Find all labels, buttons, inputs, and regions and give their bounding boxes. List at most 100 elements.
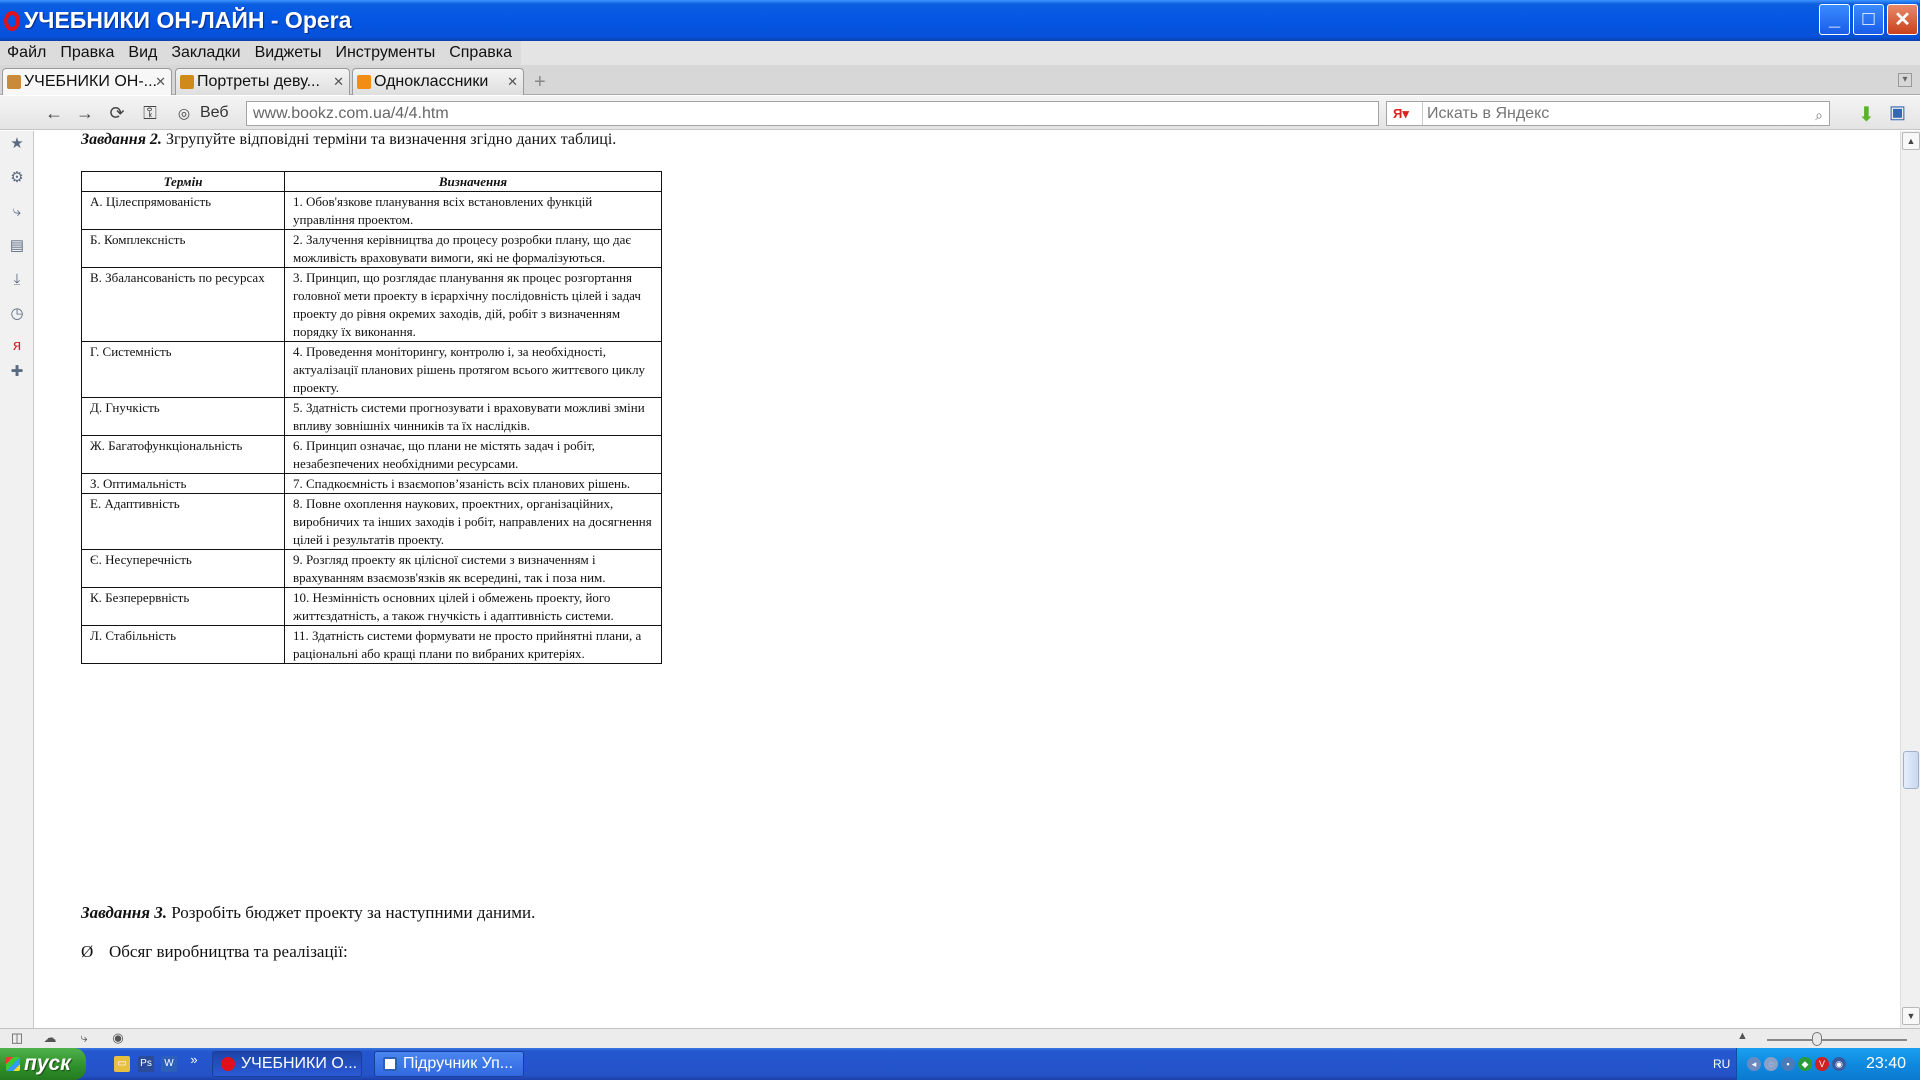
widgets-icon[interactable]: ▣ (1889, 102, 1909, 124)
zoom-menu-icon[interactable]: ▲ (1737, 1030, 1748, 1042)
table-row: В. Збалансованість по ресурсах 3. Принцип… (81, 267, 662, 342)
scroll-up-icon[interactable]: ▲ (1902, 132, 1920, 150)
tray-shield-icon[interactable]: ◆ (1798, 1057, 1812, 1071)
language-indicator[interactable]: RU (1713, 1057, 1730, 1071)
maximize-button[interactable]: □ (1853, 4, 1884, 35)
tray-monitor-icon[interactable]: ▪ (1781, 1057, 1795, 1071)
table-row: Л. Стабільність 11. Здатність системи фор… (81, 625, 662, 664)
clock: 23:40 (1865, 1055, 1906, 1072)
tab-menu-icon[interactable]: ▾ (1898, 73, 1912, 87)
term-cell: А. Цілеспрямованість (81, 191, 285, 230)
scroll-thumb[interactable] (1903, 751, 1919, 789)
tray-antivirus-icon[interactable]: V (1815, 1057, 1829, 1071)
tab-bar: УЧЕБНИКИ ОН-... ✕ Портреты деву... ✕ Одн… (0, 65, 1920, 95)
url-field[interactable]: www.bookz.com.ua/4/4.htm (246, 101, 1379, 126)
definition-cell: 7. Спадкоємність і взаємопов’язаність вс… (284, 473, 662, 494)
bookmarks-star-icon[interactable]: ★ (8, 135, 26, 153)
address-toolbar: ← → ⟳ ⚿ ◎ Веб www.bookz.com.ua/4/4.htm Я… (0, 96, 1920, 130)
show-desktop-icon[interactable]: ▭ (114, 1056, 130, 1072)
tab-portraits[interactable]: Портреты деву... ✕ (175, 68, 350, 95)
tab-label: Портреты деву... (197, 73, 320, 90)
web-label: Веб (200, 104, 229, 121)
menu-view[interactable]: Вид (121, 44, 164, 62)
vertical-scrollbar[interactable]: ▲ ▼ (1900, 131, 1920, 1028)
start-button[interactable]: пуск (0, 1048, 86, 1080)
menu-widgets[interactable]: Виджеты (248, 44, 329, 62)
zoom-slider-track[interactable] (1767, 1039, 1907, 1041)
table-row: К. Безперервність 10. Незмінність основни… (81, 587, 662, 626)
tab-odnoklassniki[interactable]: Одноклассники ✕ (352, 68, 524, 95)
download-icon[interactable]: ⬇ (1858, 102, 1878, 126)
turbo-icon[interactable]: ◉ (110, 1030, 126, 1046)
term-cell: З. Оптимальність (81, 473, 285, 494)
term-cell: Д. Гнучкість (81, 397, 285, 436)
add-panel-icon[interactable]: ✚ (8, 363, 26, 381)
tray-network-icon[interactable]: ◌ (1764, 1057, 1778, 1071)
term-cell: В. Збалансованість по ресурсах (81, 267, 285, 342)
notes-icon[interactable]: ▤ (8, 237, 26, 255)
menu-file[interactable]: Файл (0, 44, 53, 62)
term-cell: Ж. Багатофункціональність (81, 435, 285, 474)
yandex-panel-icon[interactable]: я (8, 337, 26, 355)
tab-label: УЧЕБНИКИ ОН-... (24, 73, 157, 90)
back-icon[interactable]: ← (44, 103, 64, 123)
window-controls: _ □ ✕ (1819, 4, 1918, 35)
tab-close-icon[interactable]: ✕ (155, 74, 166, 90)
menu-tools[interactable]: Инструменты (328, 44, 442, 62)
word-icon[interactable]: W (161, 1056, 177, 1072)
search-field[interactable]: Я▾ ⌕ (1386, 101, 1830, 126)
definition-cell: 5. Здатність системи прогнозувати і врах… (284, 397, 662, 436)
quicklaunch-more-icon[interactable]: » (186, 1052, 202, 1068)
downloads-icon[interactable]: ⤓ (8, 271, 26, 289)
term-cell: Є. Несуперечність (81, 549, 285, 588)
table-header-row: Термін Визначення (81, 171, 662, 192)
menu-edit[interactable]: Правка (53, 44, 121, 62)
term-cell: К. Безперервність (81, 587, 285, 626)
windows-taskbar: пуск ▭ Ps W » УЧЕБНИКИ О... Підручник Уп… (0, 1048, 1920, 1080)
scroll-down-icon[interactable]: ▼ (1902, 1007, 1920, 1025)
terms-table: Термін Визначення А. Цілеспрямованість 1.… (81, 171, 662, 664)
search-icon[interactable]: ⌕ (1815, 104, 1823, 127)
opera-logo-icon (4, 10, 20, 31)
forward-icon[interactable]: → (75, 103, 95, 123)
status-bar: ◫ ☁ ⤷ ◉ ▲ (0, 1028, 1920, 1048)
term-cell: Б. Комплексність (81, 229, 285, 268)
photoshop-icon[interactable]: Ps (138, 1056, 154, 1072)
task2-heading: Завдання 2. Згрупуйте відповідні терміни… (81, 131, 616, 149)
zoom-slider-handle[interactable] (1812, 1032, 1822, 1046)
menu-group: Файл Правка Вид Закладки Виджеты Инструм… (0, 41, 521, 65)
settings-gear-icon[interactable]: ⚙ (8, 169, 26, 187)
reload-icon[interactable]: ⟳ (107, 103, 127, 123)
menu-help[interactable]: Справка (442, 44, 519, 62)
menu-bar: Файл Правка Вид Закладки Виджеты Инструм… (0, 41, 1920, 65)
window-title-bar[interactable]: УЧЕБНИКИ ОН-ЛАЙН - Opera _ □ ✕ (0, 0, 1920, 41)
tab-uchebniki[interactable]: УЧЕБНИКИ ОН-... ✕ (2, 68, 172, 95)
yandex-engine-selector[interactable]: Я▾ (1387, 102, 1423, 125)
share-status-icon[interactable]: ⤷ (76, 1030, 92, 1046)
table-row: Б. Комплексність 2. Залучення керівництва… (81, 229, 662, 268)
menu-bookmarks[interactable]: Закладки (164, 44, 247, 62)
new-tab-icon[interactable]: + (534, 71, 546, 94)
table-row: Д. Гнучкість 5. Здатність системи прогноз… (81, 397, 662, 436)
table-row: Е. Адаптивність 8. Повне охоплення науков… (81, 493, 662, 550)
task3-label: Завдання 3. (81, 903, 167, 922)
term-cell: Г. Системність (81, 341, 285, 398)
bullet-arrow-icon: Ø (81, 942, 94, 961)
history-clock-icon[interactable]: ◷ (8, 305, 26, 323)
unite-cloud-icon[interactable]: ☁ (42, 1030, 58, 1046)
tab-close-icon[interactable]: ✕ (333, 74, 344, 90)
taskbar-item-word[interactable]: Підручник Уп... (374, 1051, 524, 1077)
tray-arrow-icon[interactable]: ◂ (1747, 1057, 1761, 1071)
search-input[interactable] (1427, 104, 1807, 123)
header-definition: Визначення (284, 171, 662, 192)
close-button[interactable]: ✕ (1887, 4, 1918, 35)
tray-volume-icon[interactable]: ◉ (1832, 1057, 1846, 1071)
minimize-button[interactable]: _ (1819, 4, 1850, 35)
tab-close-icon[interactable]: ✕ (507, 74, 518, 90)
panel-toggle-icon[interactable]: ◫ (9, 1030, 25, 1046)
globe-icon: ◎ (177, 105, 191, 121)
taskbar-item-opera[interactable]: УЧЕБНИКИ О... (212, 1051, 362, 1077)
key-icon[interactable]: ⚿ (140, 103, 160, 123)
share-icon[interactable]: ⤷ (8, 203, 26, 221)
term-cell: Л. Стабільність (81, 625, 285, 664)
